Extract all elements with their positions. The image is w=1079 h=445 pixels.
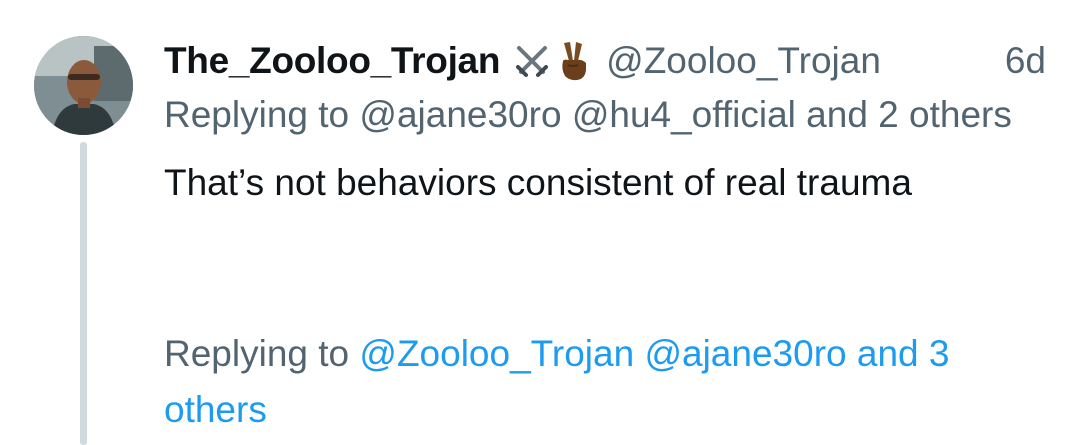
handle[interactable]: @Zooloo_Trojan: [606, 40, 881, 82]
replying-prefix: Replying to: [164, 94, 360, 135]
avatar-image: [34, 36, 133, 135]
tweet-text: That’s not behaviors consistent of real …: [164, 162, 912, 203]
next-reply-replying-to: Replying to @Zooloo_Trojan @ajane30ro an…: [164, 326, 1054, 438]
thread-line: [80, 142, 87, 445]
replying-mentions[interactable]: @ajane30ro @hu4_official and 2 others: [359, 94, 1012, 135]
victory-hand-icon: [562, 42, 587, 81]
name-emojis: [512, 39, 592, 83]
timestamp[interactable]: 6d: [1005, 40, 1046, 82]
crossed-swords-icon: [516, 46, 549, 77]
replying-to: Replying to @ajane30ro @hu4_official and…: [164, 90, 1054, 140]
tweet[interactable]: The_Zooloo_Trojan @Zooloo_Trojan 6d Repl…: [164, 30, 1054, 208]
avatar[interactable]: [34, 36, 133, 135]
display-name[interactable]: The_Zooloo_Trojan: [164, 40, 500, 82]
replying-prefix: Replying to: [164, 333, 360, 374]
tweet-header: The_Zooloo_Trojan @Zooloo_Trojan 6d: [164, 30, 1054, 92]
